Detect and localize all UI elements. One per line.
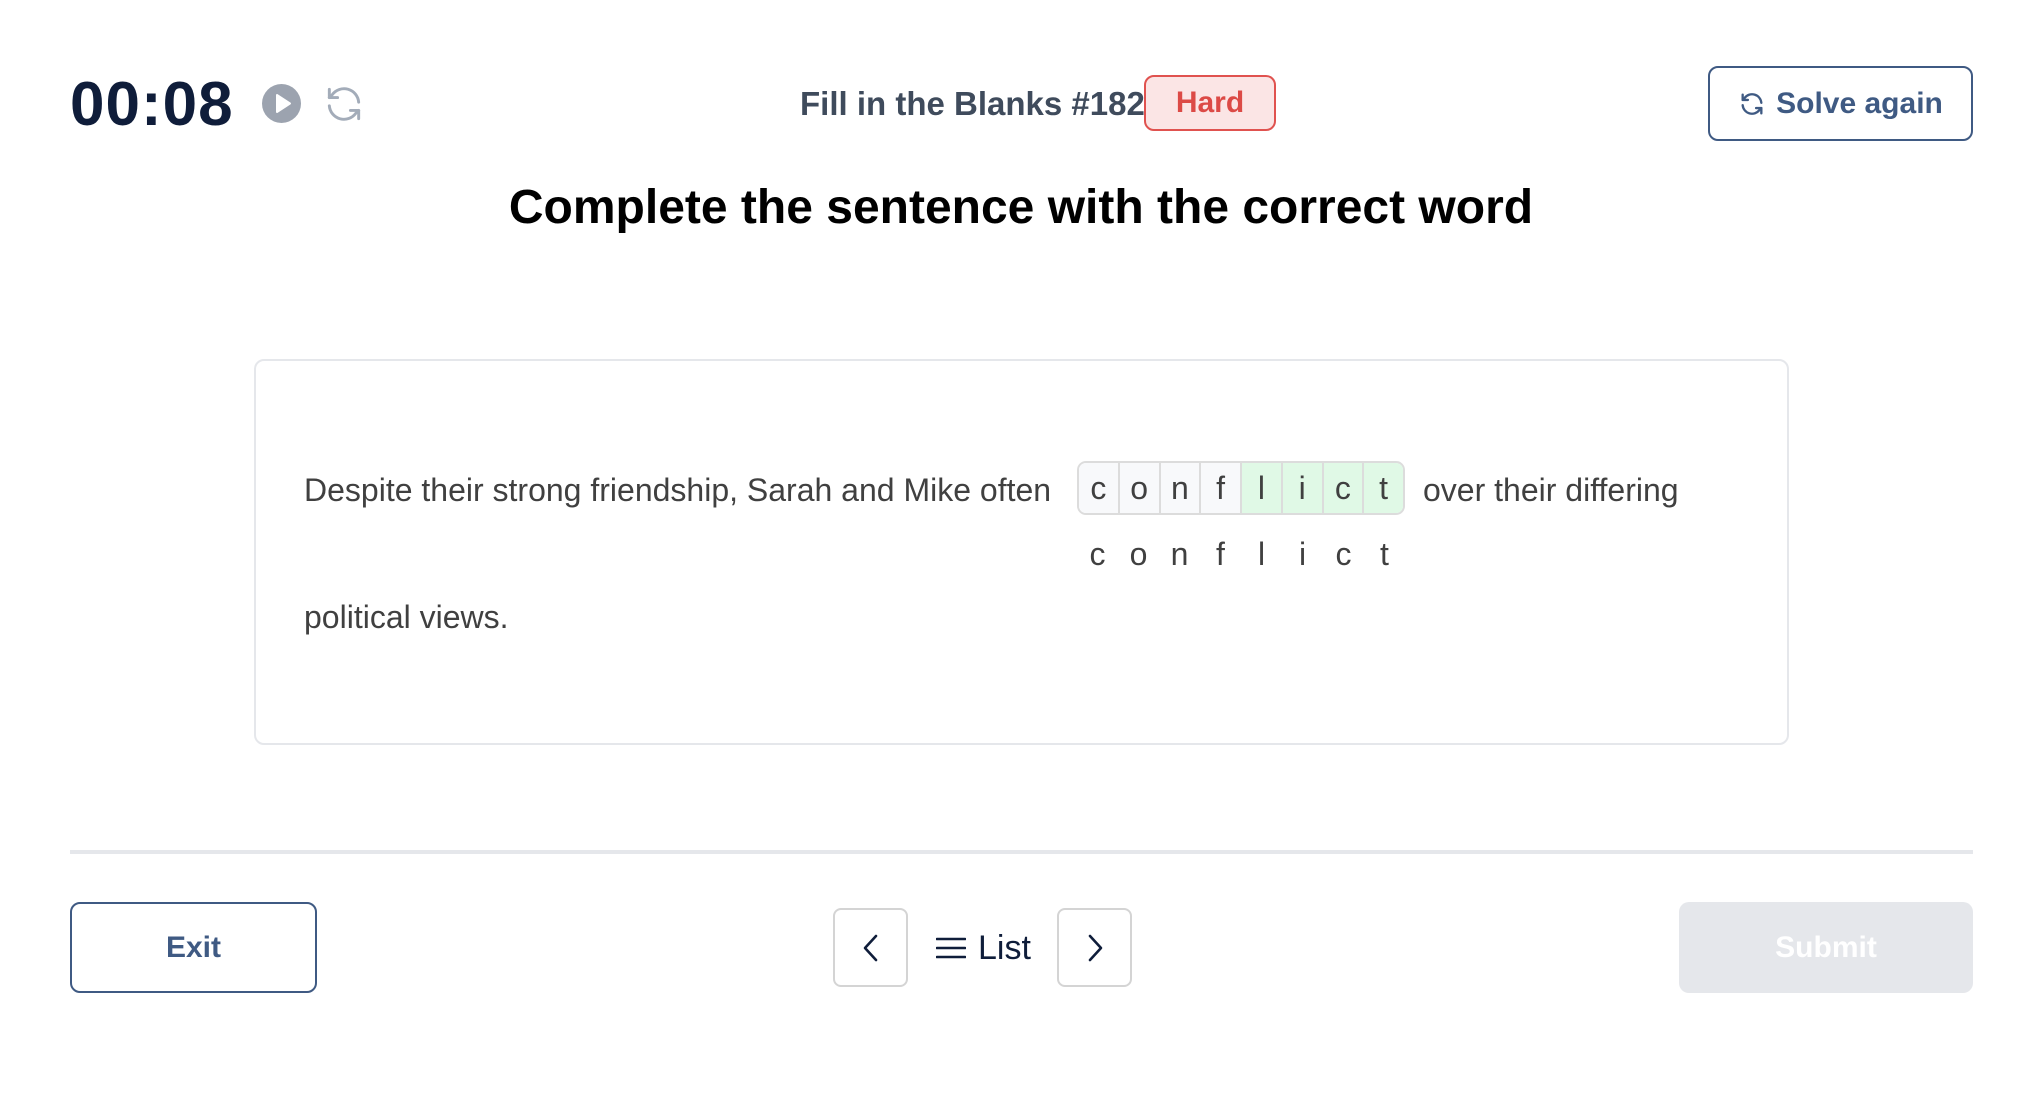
sentence-text-before: Despite their strong friendship, Sarah a… (304, 472, 1052, 508)
play-button[interactable] (262, 84, 301, 123)
refresh-icon (327, 87, 361, 121)
answer-cell[interactable]: n (1160, 463, 1202, 513)
answer-cell[interactable]: f (1201, 463, 1242, 513)
difficulty-badge: Hard (1144, 75, 1276, 131)
quiz-title: Fill in the Blanks #182 (800, 85, 1145, 122)
hint-letter: f (1216, 536, 1225, 572)
solve-again-label: Solve again (1776, 86, 1943, 120)
question-card (254, 359, 1789, 745)
hint-letters: c o n f l i c t (1077, 534, 1405, 574)
exit-button[interactable]: Exit (70, 902, 317, 993)
answer-cell[interactable]: c (1079, 463, 1120, 513)
page-heading: Complete the sentence with the correct w… (508, 181, 1534, 234)
play-circle-icon (276, 94, 291, 113)
solve-again-button[interactable]: Solve again (1708, 66, 1973, 141)
hint-letter: i (1298, 536, 1307, 572)
list-button[interactable]: List (936, 922, 1031, 974)
chevron-left-icon (863, 934, 877, 961)
answer-cell[interactable]: i (1282, 463, 1324, 513)
answer-cell[interactable]: o (1119, 463, 1161, 513)
reset-timer-button[interactable] (322, 82, 366, 126)
hint-letter: n (1170, 536, 1189, 572)
footer-divider (70, 850, 1973, 854)
hint-letter: c (1089, 536, 1106, 572)
refresh-icon (1741, 92, 1763, 115)
answer-cell[interactable]: c (1323, 463, 1365, 513)
timer-display: 00:08 (70, 70, 234, 139)
list-icon (936, 937, 966, 959)
sentence-text-end: political views. (304, 599, 509, 635)
hint-letter: l (1257, 536, 1266, 572)
answer-input[interactable]: c o n f l i c t (1077, 461, 1405, 515)
hint-letter: o (1129, 536, 1148, 572)
answer-cell[interactable]: l (1242, 463, 1283, 513)
next-button[interactable] (1057, 908, 1132, 987)
hint-letter: t (1380, 536, 1389, 572)
previous-button[interactable] (833, 908, 908, 987)
list-label: List (978, 928, 1031, 967)
chevron-right-icon (1088, 934, 1102, 961)
answer-cell[interactable]: t (1364, 463, 1403, 513)
sentence-text-after: over their differing (1423, 472, 1679, 508)
hint-letter: c (1335, 536, 1352, 572)
submit-button[interactable]: Submit (1679, 902, 1973, 993)
